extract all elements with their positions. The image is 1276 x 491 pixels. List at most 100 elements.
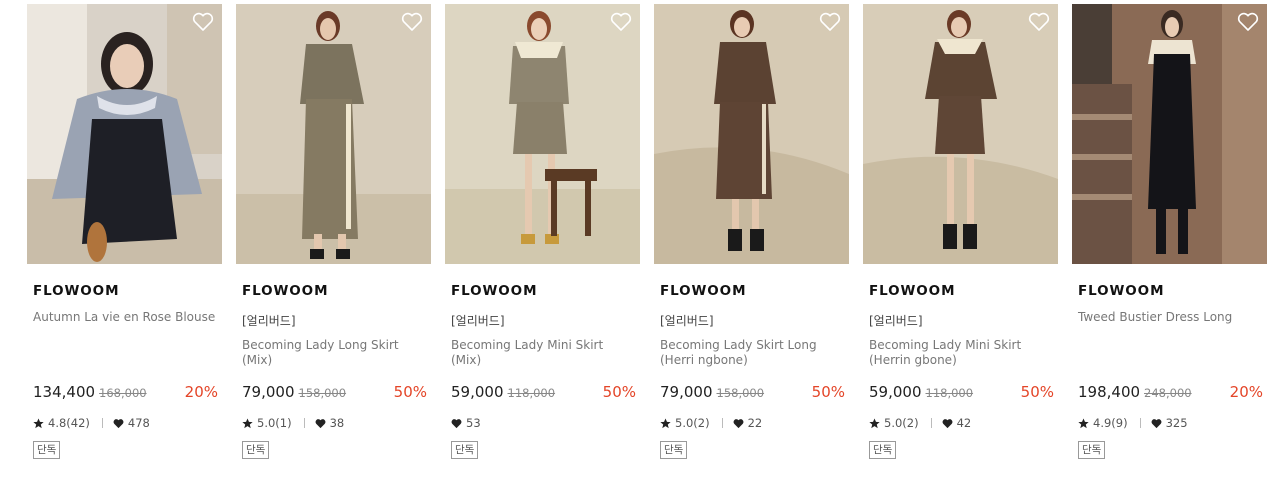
product-name[interactable]: Becoming Lady Long Skirt (Mix) bbox=[242, 338, 428, 368]
original-price: 118,000 bbox=[925, 386, 974, 400]
promo-tag: [얼리버드] bbox=[242, 314, 296, 328]
product-meta: 4.9(9) 325 bbox=[1078, 416, 1188, 430]
original-price: 118,000 bbox=[507, 386, 556, 400]
discount-rate: 20% bbox=[184, 383, 218, 401]
discount-rate: 50% bbox=[602, 383, 636, 401]
brand-name[interactable]: FLOWOOM bbox=[242, 283, 328, 299]
likes-count: 325 bbox=[1165, 416, 1188, 430]
divider bbox=[303, 418, 305, 428]
promo-tag: [얼리버드] bbox=[660, 314, 714, 328]
product-grid: FLOWOOM Autumn La vie en Rose Blouse 134… bbox=[27, 4, 1267, 484]
product-name[interactable]: Becoming Lady Mini Skirt (Mix) bbox=[451, 338, 637, 368]
product-image[interactable] bbox=[863, 4, 1058, 264]
sale-price: 198,400 bbox=[1078, 383, 1141, 401]
sale-price: 59,000 bbox=[451, 383, 504, 401]
sale-price: 59,000 bbox=[869, 383, 922, 401]
original-price: 168,000 bbox=[99, 386, 147, 400]
likes-count: 22 bbox=[747, 416, 763, 430]
heart-outline-icon[interactable] bbox=[401, 12, 423, 32]
divider bbox=[101, 418, 103, 428]
likes-count: 42 bbox=[956, 416, 972, 430]
promo-tag: [얼리버드] bbox=[869, 314, 923, 328]
brand-name[interactable]: FLOWOOM bbox=[1078, 283, 1164, 299]
price: 59,000 118,000 bbox=[451, 383, 555, 401]
heart-icon bbox=[1151, 418, 1162, 428]
rating: 5.0(2) bbox=[675, 416, 710, 430]
product-meta: 4.8(42) 478 bbox=[33, 416, 150, 430]
original-price: 158,000 bbox=[298, 386, 347, 400]
star-icon bbox=[1078, 417, 1089, 428]
discount-rate: 50% bbox=[393, 383, 427, 401]
star-icon bbox=[33, 417, 44, 428]
exclusive-badge: 단독 bbox=[33, 441, 61, 459]
heart-icon bbox=[315, 418, 326, 428]
product-photo bbox=[445, 4, 640, 264]
product-photo bbox=[27, 4, 222, 264]
exclusive-badge: 단독 bbox=[1078, 441, 1106, 459]
product-image[interactable] bbox=[445, 4, 640, 264]
star-icon bbox=[242, 417, 253, 428]
price: 59,000 118,000 bbox=[869, 383, 973, 401]
product-image[interactable] bbox=[654, 4, 849, 264]
product-card[interactable]: FLOWOOM Tweed Bustier Dress Long 198,400… bbox=[1072, 4, 1267, 479]
product-card[interactable]: FLOWOOM [얼리버드] Becoming Lady Skirt Long … bbox=[654, 4, 849, 479]
exclusive-badge: 단독 bbox=[869, 441, 897, 459]
divider bbox=[1139, 418, 1141, 428]
product-meta: 5.0(2) 42 bbox=[869, 416, 971, 430]
product-meta: 5.0(1) 38 bbox=[242, 416, 344, 430]
rating: 5.0(2) bbox=[884, 416, 919, 430]
product-image[interactable] bbox=[236, 4, 431, 264]
rating: 4.9(9) bbox=[1093, 416, 1128, 430]
rating: 5.0(1) bbox=[257, 416, 292, 430]
heart-outline-icon[interactable] bbox=[819, 12, 841, 32]
product-card[interactable]: FLOWOOM Autumn La vie en Rose Blouse 134… bbox=[27, 4, 222, 479]
heart-icon bbox=[113, 418, 124, 428]
discount-rate: 50% bbox=[1020, 383, 1054, 401]
exclusive-badge: 단독 bbox=[451, 441, 479, 459]
heart-outline-icon[interactable] bbox=[1028, 12, 1050, 32]
product-card[interactable]: FLOWOOM [얼리버드] Becoming Lady Mini Skirt … bbox=[445, 4, 640, 479]
product-image[interactable] bbox=[27, 4, 222, 264]
product-card[interactable]: FLOWOOM [얼리버드] Becoming Lady Mini Skirt … bbox=[863, 4, 1058, 479]
brand-name[interactable]: FLOWOOM bbox=[33, 283, 119, 299]
product-photo bbox=[236, 4, 431, 264]
heart-outline-icon[interactable] bbox=[1237, 12, 1259, 32]
original-price: 248,000 bbox=[1144, 386, 1192, 400]
divider bbox=[930, 418, 932, 428]
heart-icon bbox=[733, 418, 744, 428]
divider bbox=[721, 418, 723, 428]
exclusive-badge: 단독 bbox=[242, 441, 270, 459]
price: 134,400 168,000 bbox=[33, 383, 147, 401]
heart-outline-icon[interactable] bbox=[610, 12, 632, 32]
sale-price: 79,000 bbox=[242, 383, 295, 401]
discount-rate: 50% bbox=[811, 383, 845, 401]
brand-name[interactable]: FLOWOOM bbox=[451, 283, 537, 299]
sale-price: 134,400 bbox=[33, 383, 96, 401]
original-price: 158,000 bbox=[716, 386, 765, 400]
brand-name[interactable]: FLOWOOM bbox=[869, 283, 955, 299]
price: 198,400 248,000 bbox=[1078, 383, 1192, 401]
brand-name[interactable]: FLOWOOM bbox=[660, 283, 746, 299]
product-image[interactable] bbox=[1072, 4, 1267, 264]
heart-icon bbox=[942, 418, 953, 428]
rating: 4.8(42) bbox=[48, 416, 90, 430]
likes-count: 478 bbox=[127, 416, 150, 430]
product-card[interactable]: FLOWOOM [얼리버드] Becoming Lady Long Skirt … bbox=[236, 4, 431, 479]
heart-icon bbox=[451, 418, 462, 428]
promo-tag: [얼리버드] bbox=[451, 314, 505, 328]
product-photo bbox=[1072, 4, 1267, 264]
product-name[interactable]: Becoming Lady Skirt Long (Herri ngbone) bbox=[660, 338, 846, 368]
likes-count: 38 bbox=[329, 416, 345, 430]
product-name[interactable]: Tweed Bustier Dress Long bbox=[1078, 310, 1264, 325]
price: 79,000 158,000 bbox=[660, 383, 764, 401]
product-name[interactable]: Autumn La vie en Rose Blouse bbox=[33, 310, 219, 325]
product-name[interactable]: Becoming Lady Mini Skirt (Herrin gbone) bbox=[869, 338, 1055, 368]
likes-count: 53 bbox=[466, 416, 481, 430]
price: 79,000 158,000 bbox=[242, 383, 346, 401]
heart-outline-icon[interactable] bbox=[192, 12, 214, 32]
star-icon bbox=[869, 417, 880, 428]
product-meta: 5.0(2) 22 bbox=[660, 416, 762, 430]
product-meta: 53 bbox=[451, 416, 481, 430]
star-icon bbox=[660, 417, 671, 428]
product-photo bbox=[654, 4, 849, 264]
